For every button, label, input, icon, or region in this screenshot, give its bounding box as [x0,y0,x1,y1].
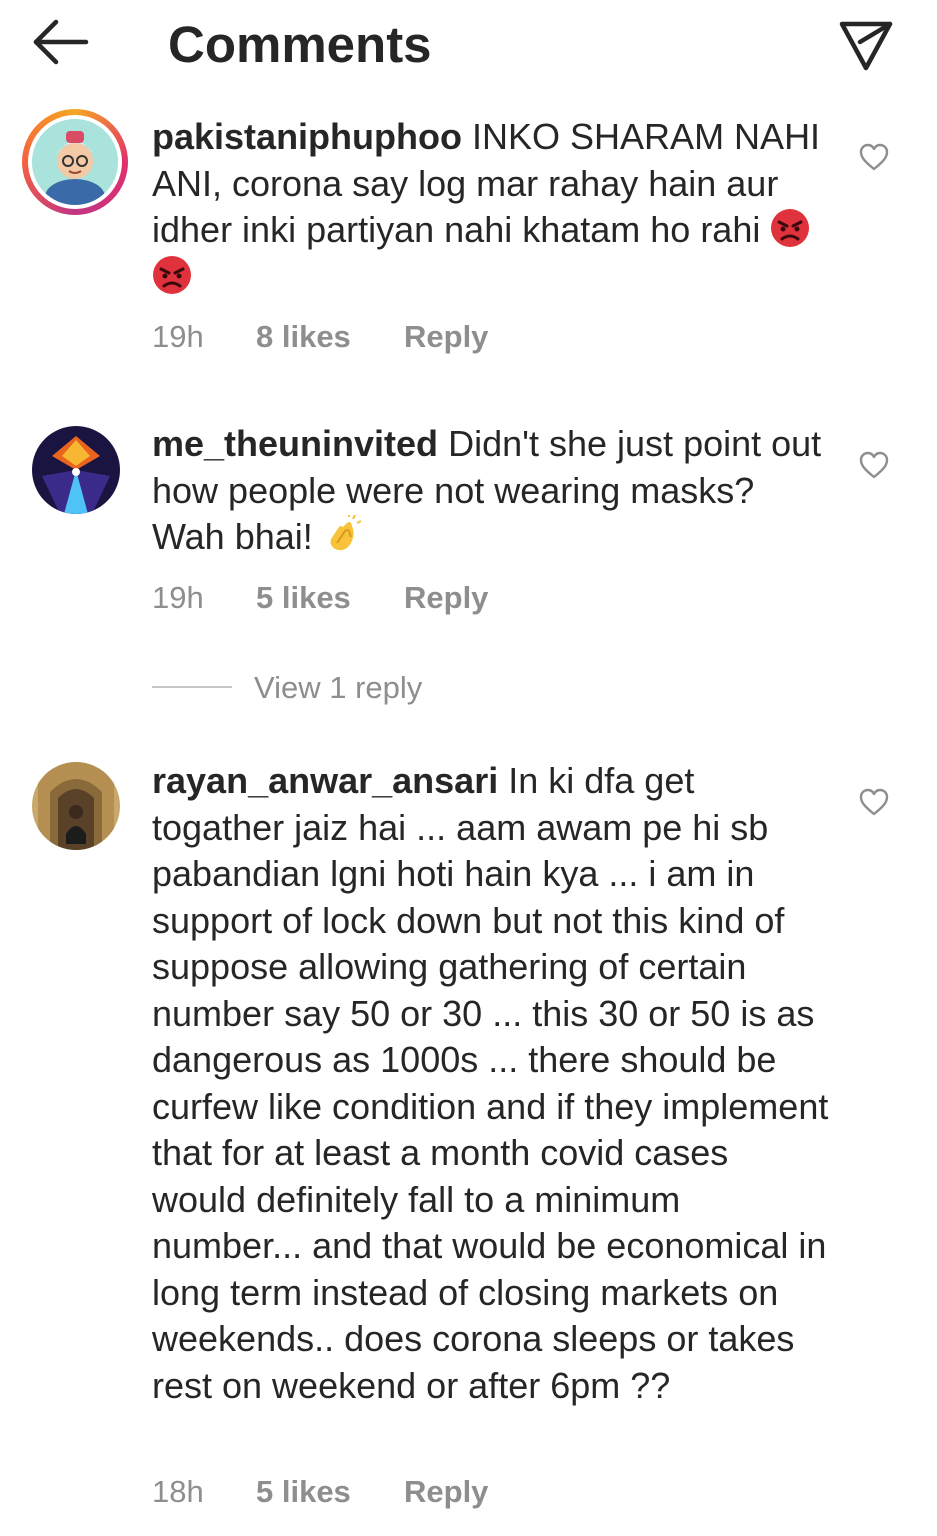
direct-message-share-icon[interactable] [836,16,896,72]
reply-button[interactable]: Reply [404,1472,488,1512]
comment-body: pakistaniphuphoo INKO SHARAM NAHI ANI, c… [152,114,832,300]
comment-username[interactable]: rayan_anwar_ansari [152,760,498,801]
avatar[interactable] [32,426,120,514]
back-arrow-icon[interactable] [30,16,92,68]
like-heart-icon[interactable] [858,450,890,480]
like-heart-icon[interactable] [858,787,890,817]
comment-timestamp: 19h [152,319,204,354]
header-bar: Comments [0,0,937,96]
clapping-hands-emoji-icon [323,514,363,555]
angry-face-emoji-icon [152,255,192,295]
avatar[interactable] [32,762,120,850]
avatar-ring-gap [28,115,122,209]
page-title: Comments [168,16,432,73]
comment-likes-count[interactable]: 5 likes [256,1472,351,1512]
comment-likes-count[interactable]: 5 likes [256,578,351,618]
comment-body: rayan_anwar_ansari In ki dfa get togathe… [152,758,832,1409]
reply-button[interactable]: Reply [404,578,488,618]
comment-username[interactable]: me_theuninvited [152,423,438,464]
avatar[interactable] [22,109,128,215]
comment-body: me_theuninvited Didn't she just point ou… [152,421,832,561]
comment-timestamp: 18h [152,1474,204,1509]
comment-username[interactable]: pakistaniphuphoo [152,116,462,157]
reply-button[interactable]: Reply [404,317,488,357]
like-heart-icon[interactable] [858,142,890,172]
comment-timestamp: 19h [152,580,204,615]
avatar-image [32,119,118,205]
view-replies-label: View 1 reply [254,670,423,705]
angry-face-emoji-icon [770,208,810,248]
comment-likes-count[interactable]: 8 likes [256,317,351,357]
view-replies-divider [152,686,232,688]
comment-text: In ki dfa get togather jaiz hai ... aam … [152,760,829,1406]
